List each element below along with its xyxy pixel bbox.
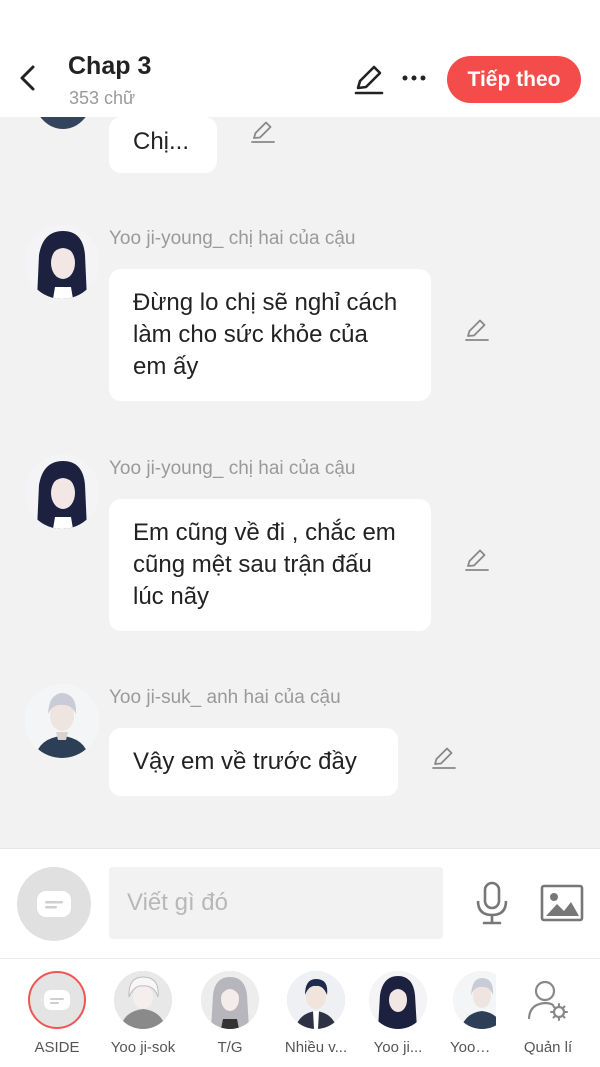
character-item[interactable]: Yoo ji... [448,971,496,1056]
message-bubble[interactable]: Em cũng về đi , chắc em cũng mệt sau trậ… [109,499,431,631]
more-options-button[interactable] [398,62,430,94]
user-settings-icon [519,971,577,1029]
avatar[interactable] [25,455,99,529]
character-item[interactable]: Nhiều v... [280,971,352,1056]
back-button[interactable] [10,58,44,98]
gray-hair-girl-avatar [201,971,259,1029]
edit-message-icon[interactable] [249,117,277,145]
dark-hair-girl-avatar [25,225,99,299]
manage-characters-button[interactable]: Quản lí [512,971,584,1056]
edit-chapter-button[interactable] [352,62,386,96]
character-label: Yoo ji... [450,1039,494,1056]
character-aside[interactable]: ASIDE [21,971,93,1056]
pencil-icon [354,65,384,95]
suit-boy-avatar [287,971,345,1029]
avatar [28,971,86,1029]
character-item[interactable]: T/G [194,971,266,1056]
character-label: Nhiều v... [284,1039,348,1056]
avatar[interactable] [25,684,99,758]
avatar[interactable] [33,117,93,129]
aside-chat-icon [37,891,71,917]
message-input[interactable] [109,867,443,939]
character-bar: ASIDE Yoo ji-sok T/G Nhiều v... Yoo ji..… [0,958,600,1067]
character-label: Yoo ji... [373,1039,423,1056]
more-dots-icon [402,75,426,81]
input-bar [0,848,600,958]
dark-hair-girl-avatar [369,971,427,1029]
message-bubble[interactable]: Vậy em về trước đầy [109,728,398,796]
edit-message-icon[interactable] [463,315,491,343]
character-label: Quản lí [523,1039,573,1056]
sender-name: Yoo ji-young_ chị hai của cậu [109,228,356,249]
next-chapter-button[interactable]: Tiếp theo [447,56,581,103]
microphone-icon [476,881,508,925]
aside-toggle-button[interactable] [17,867,91,941]
edit-message-icon[interactable] [430,743,458,771]
voice-button[interactable] [472,881,512,925]
chevron-left-icon [20,65,35,91]
avatar [453,971,496,1029]
edit-message-icon[interactable] [463,545,491,573]
silver-hair-boy-avatar [25,684,99,758]
sender-name: Yoo ji-suk_ anh hai của cậu [109,687,341,708]
character-item[interactable]: Yoo ji-sok [107,971,179,1056]
dark-hair-girl-avatar [25,455,99,529]
white-hair-character-avatar [114,971,172,1029]
avatar [287,971,345,1029]
message-bubble[interactable]: Đừng lo chị sẽ nghỉ cách làm cho sức khỏ… [109,269,431,401]
silver-hair-boy-avatar [453,971,496,1029]
character-item[interactable]: Yoo ji... [362,971,434,1056]
chapter-title: Chap 3 [68,52,152,80]
avatar [201,971,259,1029]
avatar[interactable] [25,225,99,299]
image-icon [540,884,584,922]
character-label: ASIDE [34,1039,80,1056]
avatar [369,971,427,1029]
character-label: T/G [217,1039,243,1056]
top-bar: Chap 3 353 chữ Tiếp theo [0,0,600,117]
word-count: 353 chữ [69,88,136,108]
sender-name: Yoo ji-young_ chị hai của cậu [109,458,356,479]
character-label: Yoo ji-sok [110,1039,176,1056]
chat-area[interactable]: Chị... Yoo ji-young_ chị hai của cậu Đừn… [0,117,600,848]
message-bubble[interactable]: Chị... [109,117,217,173]
avatar [114,971,172,1029]
image-button[interactable] [540,883,584,923]
aside-chat-icon [44,990,70,1010]
